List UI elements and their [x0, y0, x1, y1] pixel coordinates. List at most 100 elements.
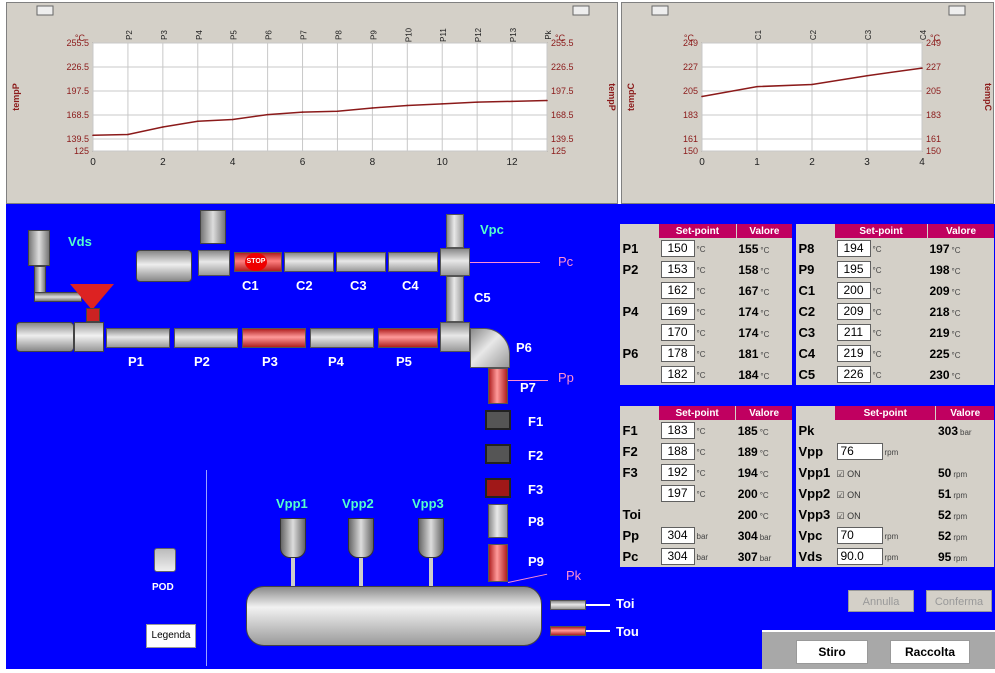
series-point	[196, 120, 199, 123]
series-point	[476, 101, 478, 103]
top-label: P11	[439, 28, 448, 42]
setpoint-input[interactable]: 178	[660, 345, 695, 362]
setpoint-cell: 178 °C	[659, 343, 737, 364]
y-tick-left: 168.5	[66, 110, 89, 120]
table-row: Vpp1 ☑ ON 50 rpm	[797, 462, 995, 483]
row-label	[621, 364, 659, 385]
table-row: C3 211 °C 219 °C	[797, 322, 995, 343]
setpoint-input[interactable]: 304	[660, 548, 695, 565]
value-unit: bar	[759, 532, 772, 542]
value-unit: °C	[951, 308, 961, 318]
setpoint-input[interactable]: 209	[836, 303, 871, 320]
setpoint-input[interactable]: 197	[660, 485, 695, 502]
value-unit: °C	[760, 371, 770, 381]
setpoint-input[interactable]: 153	[660, 261, 695, 278]
x-tick-label: 10	[437, 157, 449, 168]
value-text: 174	[738, 325, 759, 340]
row-label: Pk	[798, 423, 815, 438]
row-label: C3	[798, 325, 816, 340]
setpoint-input[interactable]: 76	[836, 443, 883, 460]
setpoint-input[interactable]: 150	[660, 240, 695, 257]
label-c4: C4	[402, 278, 419, 293]
setpoint-input[interactable]: 211	[836, 324, 871, 341]
top-label: P3	[160, 30, 169, 40]
top-label: P4	[195, 30, 204, 40]
setpoint-input[interactable]: 226	[836, 366, 871, 383]
table-header: Set-point Valore	[796, 406, 994, 420]
setpoint-input[interactable]: 219	[836, 345, 871, 362]
header-setpoint: Set-point	[833, 406, 936, 420]
label-p3: P3	[262, 354, 278, 369]
table-row: Pc 304 bar 307 bar	[621, 546, 793, 567]
value-cell: 51 rpm	[936, 483, 994, 504]
value-unit: rpm	[953, 511, 968, 521]
process-diagram: Vds P1 P2 P3 P4 P5 P6 STOP C1 C2 C3 C4 C…	[6, 204, 995, 669]
setpoint-cell: ☑ ON	[835, 504, 936, 525]
setpoint-input[interactable]: 162	[660, 282, 695, 299]
setpoint-input[interactable]: 188	[660, 443, 695, 460]
pk-pointer-line	[507, 573, 548, 583]
value-text: 304	[737, 528, 758, 543]
row-label: Vds	[798, 549, 823, 564]
top-label: C3	[864, 29, 873, 40]
distribution-tank	[246, 586, 542, 646]
series-point	[231, 118, 234, 121]
value-text: 167	[738, 283, 759, 298]
setpoint-cell	[659, 504, 736, 525]
stop-indicator[interactable]: STOP	[234, 252, 282, 272]
setpoint-input[interactable]: 304	[660, 527, 695, 544]
x-tick-label: 0	[699, 157, 705, 168]
setpoint-input[interactable]: 182	[660, 366, 695, 383]
setpoint-input[interactable]: 70	[836, 527, 883, 544]
table-header: Set-point Valore	[620, 224, 792, 238]
stiro-button[interactable]: Stiro	[796, 640, 868, 664]
value-text: 218	[929, 304, 950, 319]
pump-enable-checkbox[interactable]: ☑ ON	[837, 490, 861, 500]
header-valore: Valore	[935, 406, 994, 420]
setpoint-input[interactable]: 90.0	[836, 548, 883, 565]
setpoint-input[interactable]: 194	[836, 240, 871, 257]
table-row: F1 183 °C 185 °C	[621, 420, 793, 441]
y-tick-right: 183	[926, 110, 941, 120]
label-f2: F2	[528, 448, 544, 463]
row-label	[621, 280, 659, 301]
row-label	[621, 483, 659, 504]
setpoint-cell: 211 °C	[835, 322, 928, 343]
setpoint-input[interactable]: 195	[836, 261, 871, 278]
setpoint-cell: 76 rpm	[835, 441, 936, 462]
setpoint-input[interactable]: 192	[660, 464, 695, 481]
label-c3: C3	[350, 278, 367, 293]
table-row: P6 178 °C 181 °C	[621, 343, 793, 364]
setpoint-input[interactable]: 200	[836, 282, 871, 299]
setpoint-cell: 170 °C	[659, 322, 737, 343]
row-label: C4	[798, 346, 816, 361]
value-cell: 230 °C	[928, 364, 995, 385]
annulla-button[interactable]: Annulla	[848, 590, 914, 612]
setpoint-cell: 182 °C	[659, 364, 737, 385]
legend-button[interactable]: Legenda	[146, 624, 196, 648]
value-cell: 167 °C	[736, 280, 792, 301]
x-tick-label: 2	[809, 157, 815, 168]
value-cell: 181 °C	[736, 343, 792, 364]
setpoint-input[interactable]: 170	[660, 324, 695, 341]
pump-enable-checkbox[interactable]: ☑ ON	[837, 511, 861, 521]
pump-enable-checkbox[interactable]: ☑ ON	[837, 469, 861, 479]
table-row: P9 195 °C 198 °C	[797, 259, 995, 280]
pod-icon[interactable]	[154, 548, 176, 572]
setpoint-unit: °C	[872, 349, 882, 359]
vpp1-pump	[280, 518, 306, 558]
setpoint-input[interactable]: 183	[660, 422, 695, 439]
main-hopper	[70, 284, 114, 310]
table-row: Vpp 76 rpm	[797, 441, 995, 462]
value-cell: 304 bar	[736, 525, 792, 546]
axis-label-right: tempP	[607, 83, 617, 111]
toi-label: Toi	[616, 596, 635, 611]
row-label: Vpp3	[798, 507, 831, 522]
table-row: Vds 90.0 rpm 95 rpm	[797, 546, 995, 567]
row-label: P9	[798, 262, 815, 277]
conferma-button[interactable]: Conferma	[926, 590, 992, 612]
raccolta-button[interactable]: Raccolta	[890, 640, 970, 664]
pipe-p8	[488, 504, 508, 538]
setpoint-table-top-left: Set-point Valore P1 150 °C 155 °C P2 153 °C 158 °C 1…	[620, 224, 792, 385]
setpoint-input[interactable]: 169	[660, 303, 695, 320]
